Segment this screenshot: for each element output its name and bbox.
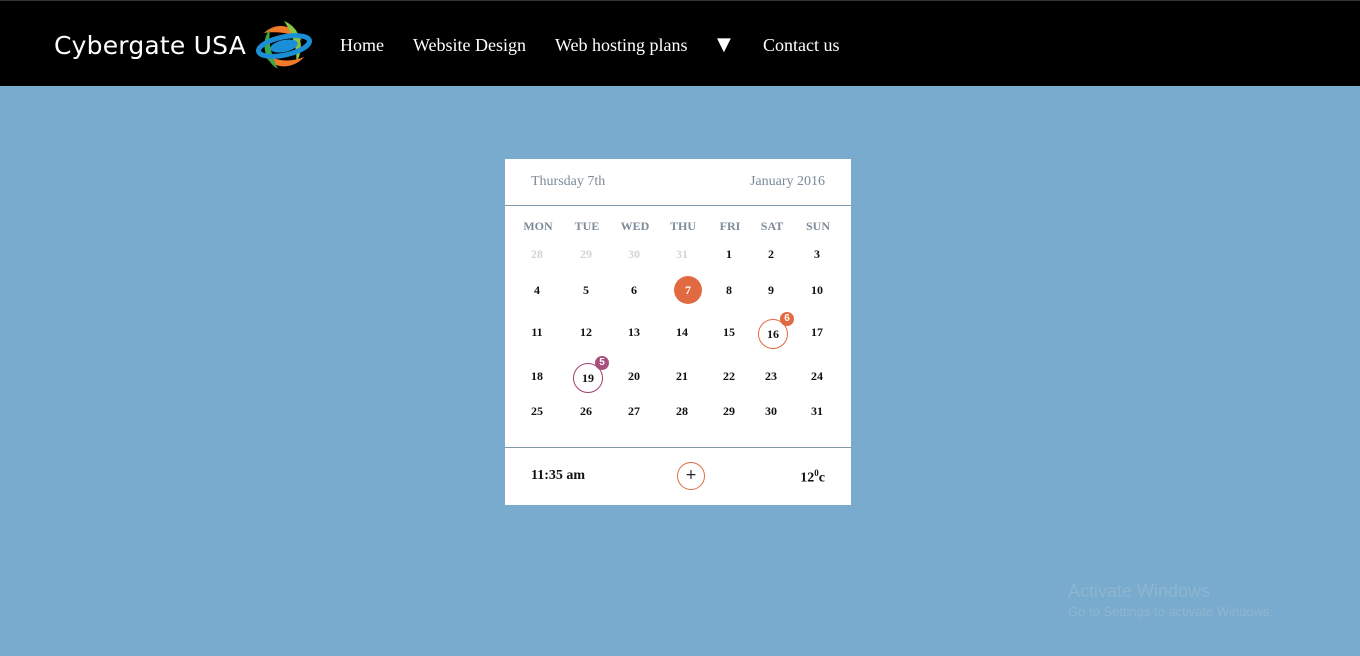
day-cell[interactable]: 7 [674, 276, 702, 304]
day-cell[interactable]: 2 [756, 239, 786, 269]
nav-web-hosting-plans[interactable]: Web hosting plans [555, 35, 688, 56]
weekday-tue: TUE [574, 219, 600, 233]
day-cell[interactable]: 6 [619, 275, 649, 305]
month-label: January 2016 [749, 174, 825, 189]
selected-day-label: Thursday 7th [531, 174, 606, 189]
event-count-badge: 6 [780, 312, 794, 326]
day-cell[interactable]: 9 [756, 275, 786, 305]
day-cell[interactable]: 4 [522, 275, 552, 305]
calendar-footer: 11:35 am + 120c [505, 447, 851, 506]
temperature-value: 12 [800, 470, 815, 486]
day-cell-prev-month: 28 [531, 247, 543, 261]
day-cell-prev-month: 29 [580, 247, 592, 261]
day-cell[interactable]: 13 [619, 317, 649, 347]
day-cell[interactable]: 18 [522, 361, 552, 391]
day-cell[interactable]: 12 [571, 317, 601, 347]
day-cell[interactable]: 28 [667, 396, 697, 426]
day-cell[interactable]: 11 [522, 317, 552, 347]
calendar-header: Thursday 7th January 2016 [505, 159, 851, 206]
add-event-button[interactable]: + [677, 462, 705, 490]
day-cell[interactable]: 30 [756, 396, 786, 426]
day-cell[interactable]: 17 [802, 317, 832, 347]
current-time: 11:35 am [531, 468, 586, 483]
day-cell-prev-month: 30 [628, 247, 640, 261]
day-cell[interactable]: 23 [756, 361, 786, 391]
day-cell[interactable]: 14 [667, 317, 697, 347]
calendar-widget: Thursday 7th January 2016 MON TUE WED THU FR… [505, 159, 851, 505]
nav-contact-us[interactable]: Contact us [763, 35, 840, 56]
weekday-thu: THU [669, 219, 696, 233]
nav-home[interactable]: Home [340, 35, 384, 56]
dropdown-arrow-icon[interactable]: ▼ [717, 34, 731, 55]
day-cell[interactable]: 25 [522, 396, 552, 426]
day-cell-prev-month: 31 [676, 247, 688, 261]
weekday-fri: FRI [719, 219, 741, 233]
top-navbar: Cybergate USA Home Website Design Web ho… [0, 0, 1360, 86]
day-cell[interactable]: 31 [802, 396, 832, 426]
watermark-subtitle: Go to Settings to activate Windows. [1068, 604, 1274, 619]
day-cell[interactable]: 27 [619, 396, 649, 426]
day-cell[interactable]: 21 [667, 361, 697, 391]
windows-activation-watermark: Activate Windows Go to Settings to activ… [1068, 581, 1273, 619]
brand-name[interactable]: Cybergate USA [54, 31, 246, 60]
temperature: 120c [800, 468, 825, 487]
nav-website-design[interactable]: Website Design [413, 35, 526, 56]
day-cell[interactable]: 20 [619, 361, 649, 391]
day-cell[interactable]: 5 [571, 275, 601, 305]
weekday-mon: MON [523, 219, 553, 233]
event-count-badge: 5 [595, 356, 609, 370]
weekday-wed: WED [620, 219, 650, 233]
cybergate-logo-icon[interactable] [256, 19, 312, 73]
watermark-title: Activate Windows [1068, 581, 1211, 601]
day-cell[interactable]: 3 [802, 239, 832, 269]
day-cell[interactable]: 29 [714, 396, 744, 426]
day-cell[interactable]: 8 [714, 275, 744, 305]
day-cell[interactable]: 26 [571, 396, 601, 426]
day-cell[interactable]: 24 [802, 361, 832, 391]
weekday-sun: SUN [805, 219, 830, 233]
temperature-unit: c [818, 470, 825, 486]
day-cell[interactable]: 1 [714, 239, 744, 269]
day-cell[interactable]: 10 [802, 275, 832, 305]
weekday-sat: SAT [760, 219, 784, 233]
day-cell[interactable]: 22 [714, 361, 744, 391]
day-cell[interactable]: 15 [714, 317, 744, 347]
